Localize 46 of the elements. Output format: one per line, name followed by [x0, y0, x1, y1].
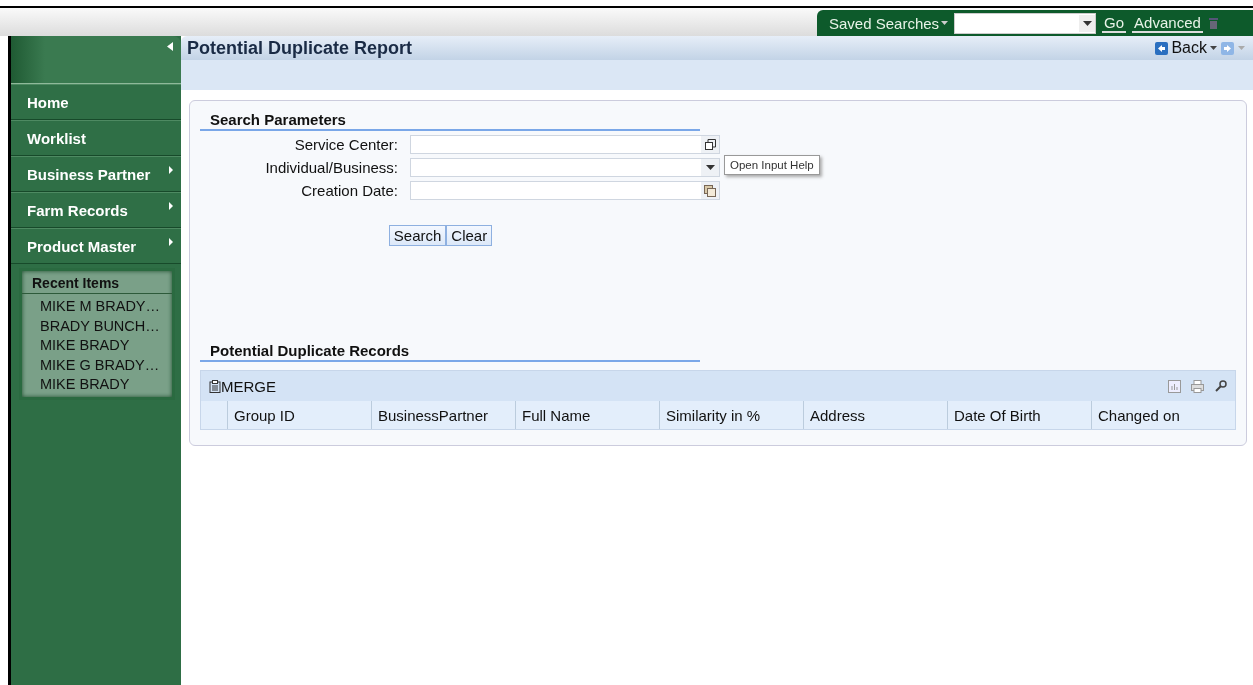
merge-button[interactable]: MERGE: [209, 377, 276, 395]
section-title: Search Parameters: [200, 111, 700, 131]
column-header[interactable]: Date Of Birth: [947, 401, 1091, 429]
input-field[interactable]: [410, 158, 720, 177]
nav-item[interactable]: Home: [11, 84, 181, 120]
nav-item[interactable]: Business Partner: [11, 156, 181, 192]
recent-item[interactable]: MIKE M BRADY…: [22, 297, 172, 317]
recent-item[interactable]: BRADY BUNCH…: [22, 316, 172, 336]
field-label: Service Center:: [293, 135, 398, 154]
action-button[interactable]: Search: [388, 225, 447, 246]
recent-items-title: Recent Items: [22, 271, 172, 294]
recent-item[interactable]: MIKE G BRADY…: [22, 355, 172, 375]
input-field[interactable]: [410, 181, 720, 200]
action-button[interactable]: Clear: [446, 225, 493, 246]
saved-search-dropdown[interactable]: [954, 12, 1097, 34]
column-header[interactable]: Group ID: [227, 401, 371, 429]
nav-item[interactable]: Farm Records: [11, 192, 181, 228]
calendar-icon[interactable]: [704, 184, 716, 197]
input-field[interactable]: [410, 135, 720, 154]
nav-item[interactable]: Worklist: [11, 120, 181, 156]
back-arrow-icon[interactable]: [1155, 41, 1169, 55]
tooltip: Open Input Help: [724, 155, 820, 175]
nav-item[interactable]: Product Master: [11, 228, 181, 264]
section-title: Potential Duplicate Records: [200, 342, 700, 362]
page-title: Potential Duplicate Report: [187, 37, 413, 59]
saved-searches-menu[interactable]: Saved Searches: [829, 14, 949, 32]
caret-icon[interactable]: [1210, 46, 1217, 50]
window-icon[interactable]: [704, 139, 716, 150]
column-header[interactable]: Similarity in %: [659, 401, 803, 429]
dropdown-icon[interactable]: [705, 165, 715, 170]
column-header[interactable]: BusinessPartner: [371, 401, 515, 429]
advanced-link[interactable]: Advanced: [1132, 13, 1203, 33]
go-button[interactable]: Go: [1102, 13, 1127, 33]
field-label: Creation Date:: [300, 181, 398, 200]
clipboard-icon[interactable]: [209, 379, 221, 393]
recent-item[interactable]: MIKE BRADY: [22, 336, 172, 356]
field-label: Individual/Business:: [264, 158, 398, 177]
caret-icon[interactable]: [941, 21, 949, 25]
back-button[interactable]: Back: [1155, 39, 1217, 57]
column-header[interactable]: Address: [803, 401, 947, 429]
print-icon[interactable]: [1191, 379, 1204, 393]
collapse-icon[interactable]: [167, 42, 173, 51]
dropdown-icon[interactable]: [1082, 20, 1092, 26]
column-header[interactable]: Full Name: [515, 401, 659, 429]
recent-item[interactable]: MIKE BRADY: [22, 375, 172, 395]
column-header[interactable]: Changed on: [1091, 401, 1235, 429]
